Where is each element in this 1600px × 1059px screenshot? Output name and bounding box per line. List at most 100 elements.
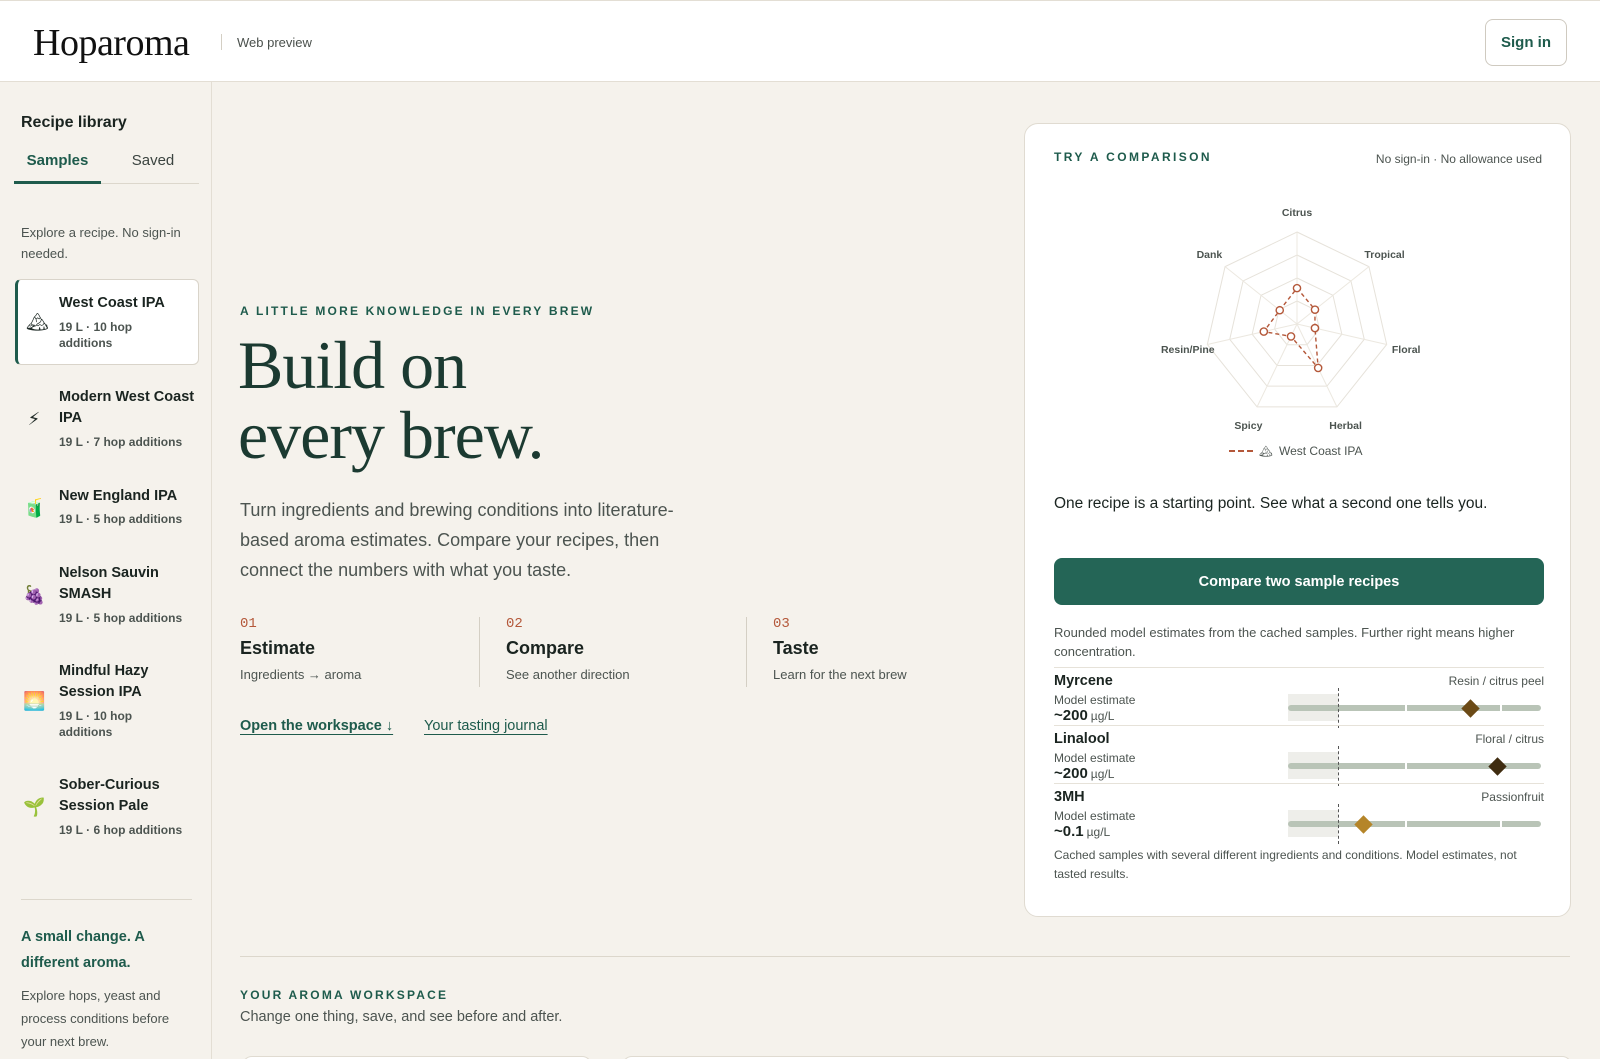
recipe-item-sober-curious-session-pale[interactable]: 🌱 Sober-Curious Session Pale 19 L · 6 ho… (15, 775, 199, 845)
step-number: 02 (506, 616, 523, 632)
compound-name: Myrcene (1054, 673, 1113, 689)
recipe-name: Mindful Hazy Session IPA (59, 663, 149, 700)
radar-point (1313, 363, 1323, 373)
workspace-eyebrow: YOUR AROMA WORKSPACE (240, 988, 449, 1002)
sidebar-tabs: Samples Saved (14, 152, 199, 184)
section-divider (240, 956, 1570, 957)
grapes-icon: 🍇 (23, 585, 46, 605)
workspace-subtitle: Change one thing, save, and see before a… (240, 1009, 563, 1025)
recipe-item-new-england-ipa[interactable]: 🧃 New England IPA 19 L · 5 hop additions (15, 486, 199, 536)
value-unit: µg/L (1086, 825, 1111, 839)
recipe-meta: 19 L · 5 hop additions (59, 512, 183, 526)
radar-point (1310, 323, 1320, 333)
logo[interactable]: Hoparoma (33, 21, 190, 65)
recipe-item-mindful-hazy-session-ipa[interactable]: 🌅 Mindful Hazy Session IPA 19 L · 10 hop… (15, 661, 199, 747)
sidebar-intro: Explore a recipe. No sign-in needed. (21, 225, 181, 261)
compound-row-myrcene: Myrcene Resin / citrus peel Model estima… (1054, 667, 1544, 728)
compare-samples-button[interactable]: Compare two sample recipes (1054, 558, 1544, 605)
value-number: ~200 (1054, 707, 1088, 724)
compound-marker (1460, 699, 1480, 718)
baseline-marker (1338, 688, 1339, 728)
baseline-marker (1338, 746, 1339, 786)
tasting-journal-link[interactable]: Your tasting journal (424, 718, 548, 734)
track-tick (1500, 703, 1502, 713)
sign-in-button[interactable]: Sign in (1485, 19, 1567, 66)
compound-marker (1354, 815, 1374, 834)
step-separator (746, 617, 747, 687)
sidebar-divider (21, 899, 192, 900)
radar-axis-label: Herbal (1329, 420, 1362, 432)
step-number: 01 (240, 616, 257, 632)
hero-eyebrow: A LITTLE MORE KNOWLEDGE IN EVERY BREW (240, 304, 595, 318)
recipe-item-west-coast-ipa[interactable]: 🏔 West Coast IPA 19 L · 10 hop additions (15, 279, 199, 365)
sidebar-title: Recipe library (21, 114, 127, 131)
step-subtitle: See another direction (506, 667, 630, 682)
sidebar-promo-title: A small change. A different aroma. (21, 929, 145, 971)
step-title: Compare (506, 638, 585, 658)
radar-point (1286, 332, 1296, 341)
tab-saved[interactable]: Saved (118, 152, 188, 184)
compound-name: 3MH (1054, 789, 1085, 805)
mountain-icon: 🏔 (1259, 445, 1273, 458)
radar-axis-label: Resin/Pine (1161, 344, 1215, 356)
radar-axis-label: Citrus (1282, 207, 1312, 219)
compound-name: Linalool (1054, 731, 1110, 747)
value-unit: µg/L (1090, 767, 1115, 781)
card-note: No sign-in · No allowance used (1375, 152, 1542, 166)
radar-axis-label: Dank (1197, 249, 1223, 261)
recipe-name: West Coast IPA (59, 295, 165, 311)
recipe-meta: 19 L · 7 hop additions (59, 435, 183, 449)
step-subtitle: Ingredients → aroma (240, 667, 362, 682)
chart-legend: 🏔 West Coast IPA (1229, 444, 1363, 458)
juice-box-icon: 🧃 (23, 498, 46, 518)
compound-tag: Passionfruit (1481, 790, 1544, 804)
step-title: Taste (773, 638, 819, 658)
hero-title: Build on every brew. (238, 330, 738, 470)
card-description: Rounded model estimates from the cached … (1054, 625, 1515, 659)
hero-description: Turn ingredients and brewing conditions … (240, 500, 674, 580)
radar-point (1310, 305, 1320, 314)
legend-line-swatch (1229, 450, 1253, 452)
compound-value: ~200 µg/L (1054, 707, 1114, 724)
hero-title-line-2: every brew. (238, 397, 545, 473)
seedling-icon: 🌱 (23, 797, 46, 817)
recipe-item-nelson-sauvin-smash[interactable]: 🍇 Nelson Sauvin SMASH 19 L · 5 hop addit… (15, 563, 199, 633)
recipe-name: Sober-Curious Session Pale (59, 777, 160, 814)
sunset-icon: 🌅 (23, 691, 46, 711)
recipe-library-sidebar: Recipe library Samples Saved Explore a r… (0, 82, 212, 1059)
track-tick (1405, 761, 1407, 771)
step-separator (479, 617, 480, 687)
compound-tag: Resin / citrus peel (1448, 674, 1544, 688)
compound-label: Model estimate (1054, 809, 1136, 823)
compound-marker (1488, 757, 1508, 776)
recipe-meta: 19 L · 6 hop additions (59, 823, 183, 837)
radar-spoke (1224, 266, 1298, 325)
value-number: ~0.1 (1054, 823, 1084, 840)
comparison-card: TRY A COMPARISON No sign-in · No allowan… (1024, 123, 1571, 917)
radar-axis-label: Floral (1392, 344, 1421, 356)
radar-point (1275, 305, 1285, 315)
compound-row-linalool: Linalool Floral / citrus Model estimate … (1054, 725, 1544, 786)
lightning-icon: ⚡ (27, 409, 41, 429)
card-eyebrow: TRY A COMPARISON (1054, 150, 1212, 164)
track-tick (1405, 819, 1407, 829)
recipe-meta: 19 L · 10 hop additions (59, 709, 133, 739)
radar-spoke (1207, 323, 1298, 345)
tab-samples[interactable]: Samples (14, 152, 101, 184)
step-title: Estimate (240, 638, 316, 658)
radar-axis-label: Tropical (1364, 249, 1404, 261)
recipe-name: New England IPA (59, 488, 178, 504)
step-number: 03 (773, 616, 790, 632)
step-estimate: 01 Estimate Ingredients → aroma (240, 616, 480, 682)
compound-value: ~200 µg/L (1054, 765, 1114, 782)
aroma-radar-chart: Citrus Tropical Floral Herbal Spicy Resin/Pin… (1161, 207, 1421, 432)
radar-spoke (1296, 323, 1387, 345)
legend-label: West Coast IPA (1278, 444, 1363, 458)
open-workspace-link[interactable]: Open the workspace ↓ (240, 718, 393, 734)
compound-value: ~0.1 µg/L (1054, 823, 1110, 840)
value-unit: µg/L (1090, 709, 1115, 723)
recipe-meta: 19 L · 10 hop additions (59, 320, 133, 350)
radar-point (1292, 283, 1302, 293)
radar-series-line (1262, 287, 1320, 371)
recipe-item-modern-west-coast-ipa[interactable]: ⚡ Modern West Coast IPA 19 L · 7 hop add… (15, 387, 199, 457)
